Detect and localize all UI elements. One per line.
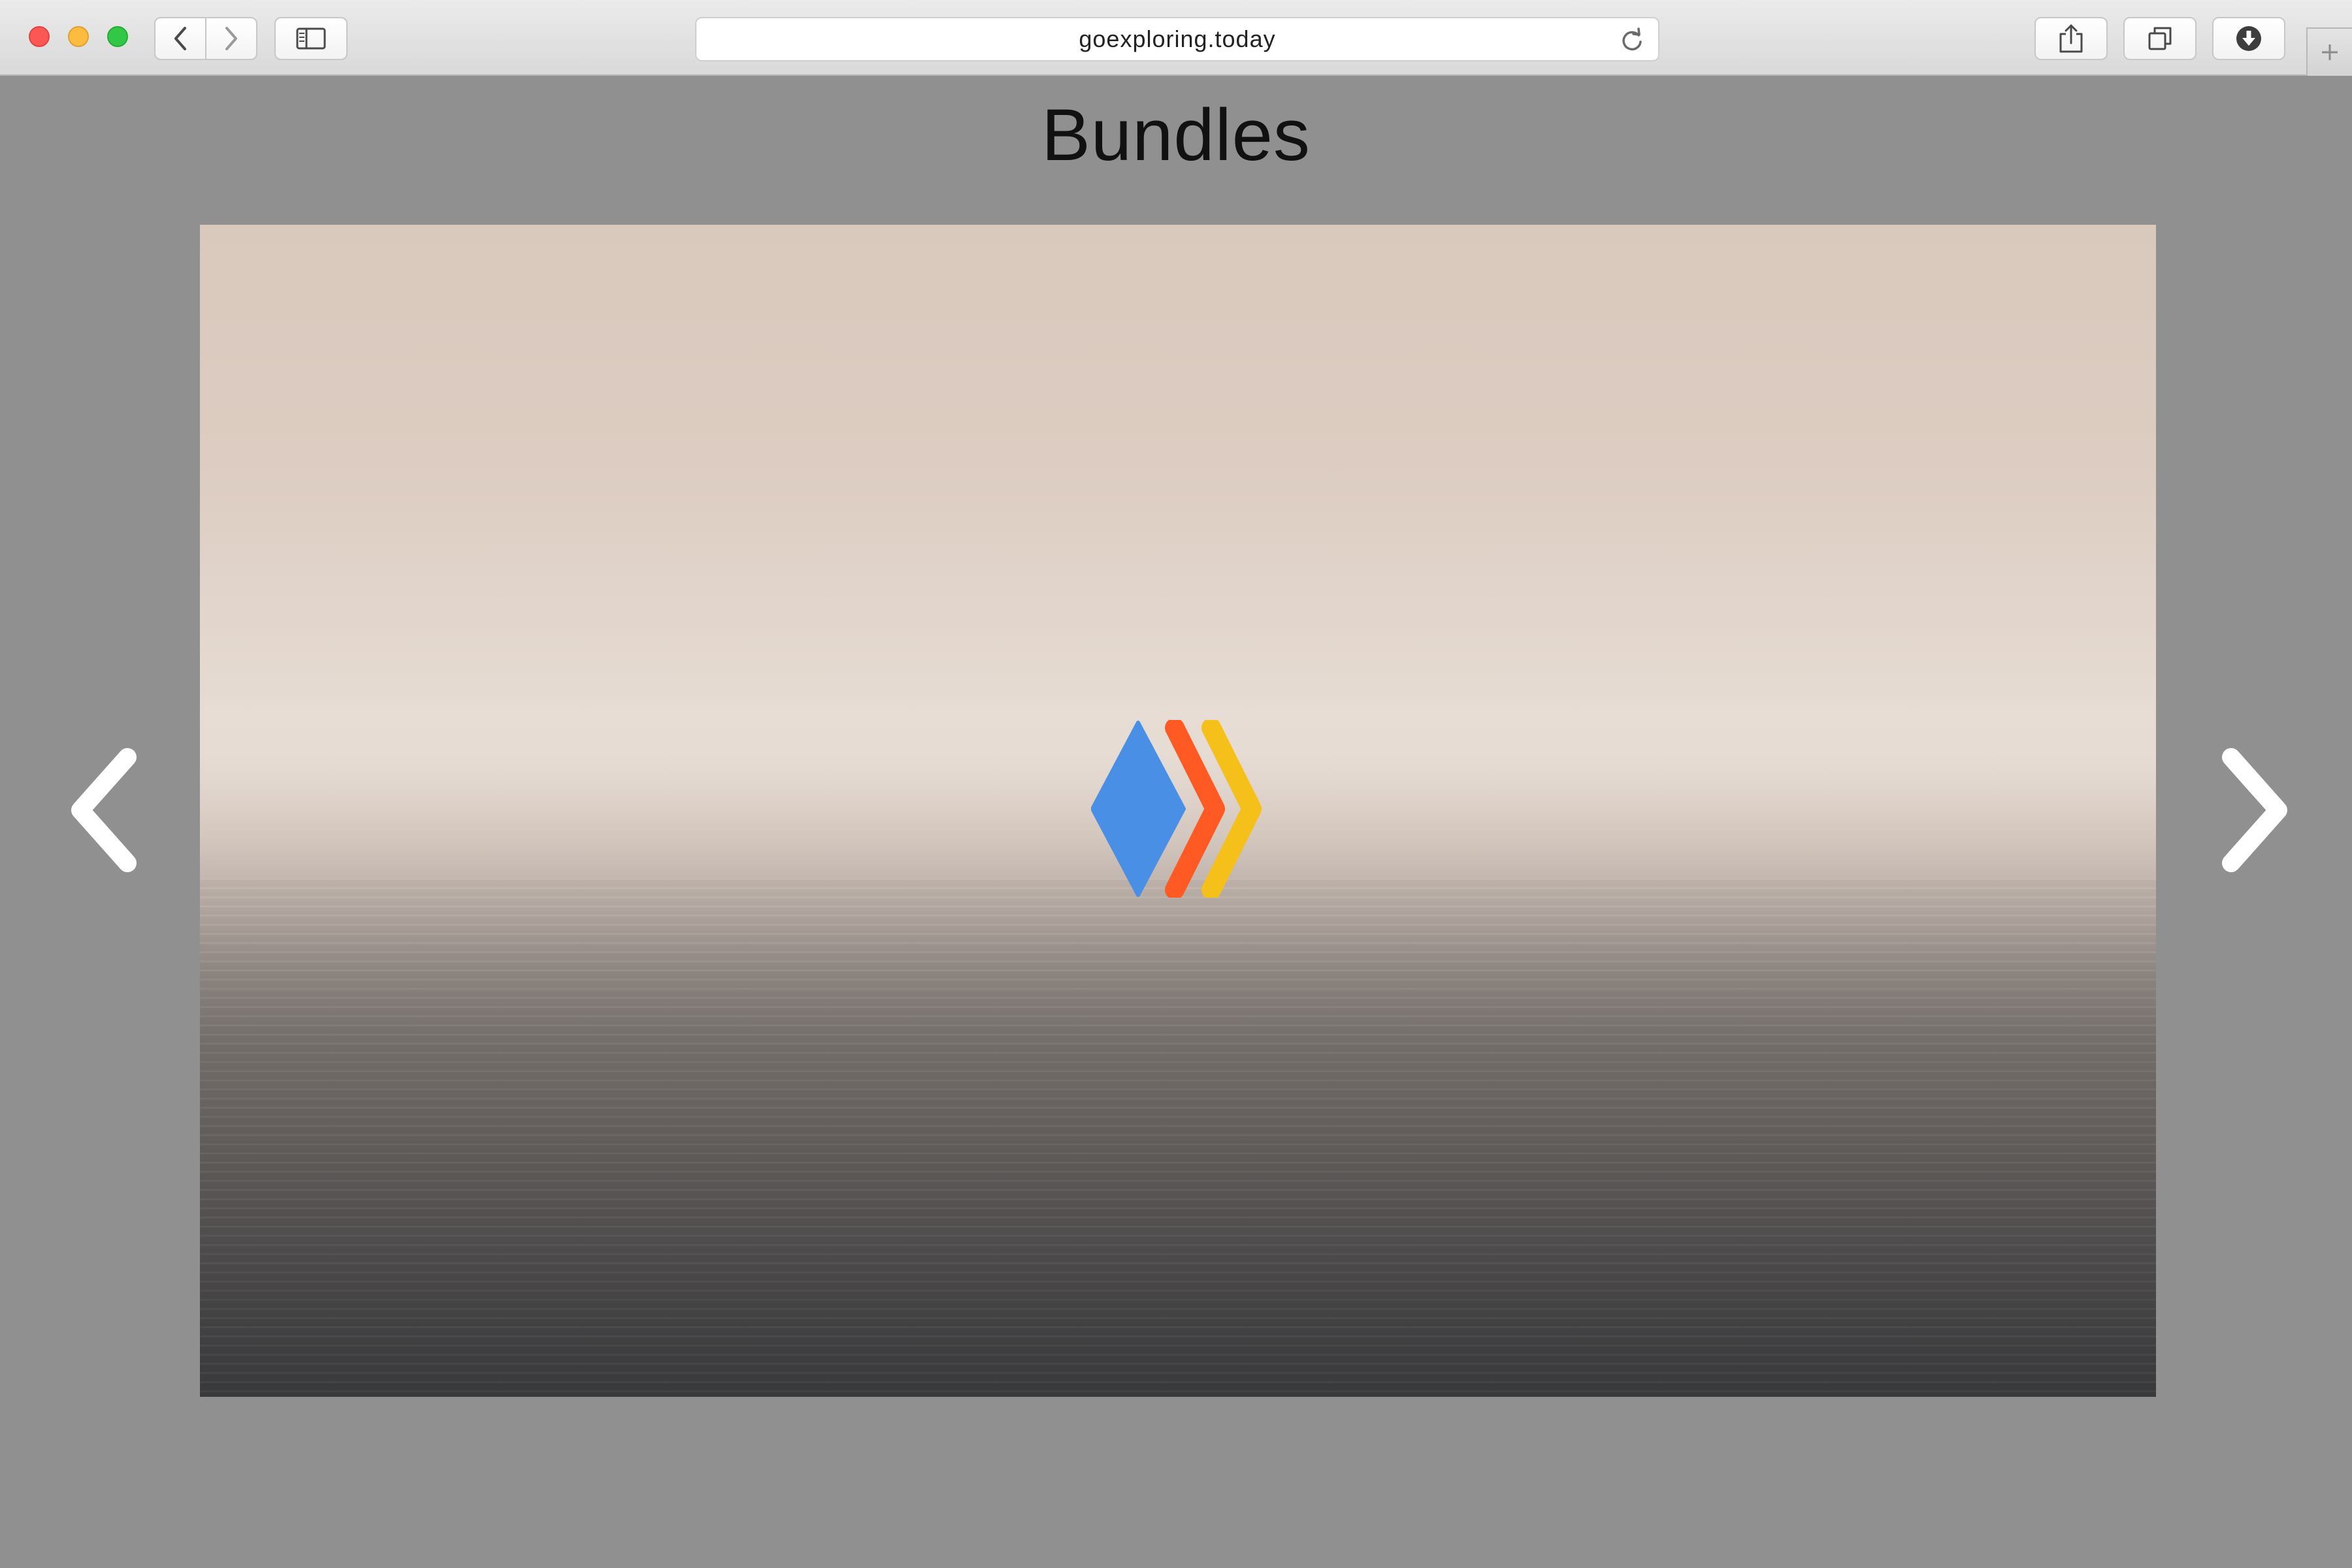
bundles-logo[interactable]	[1091, 720, 1269, 898]
show-all-tabs-button[interactable]	[2123, 17, 2197, 60]
maximize-window-button[interactable]	[107, 26, 128, 47]
download-icon	[2236, 26, 2261, 51]
forward-button[interactable]	[205, 17, 257, 60]
next-slide-button[interactable]	[2212, 745, 2297, 875]
url-text: goexploring.today	[1079, 25, 1276, 52]
new-tab-button[interactable]	[2306, 27, 2352, 76]
browser-window: goexploring.today Bundles	[0, 0, 2352, 1568]
back-button[interactable]	[154, 17, 206, 60]
sidebar-icon	[296, 27, 326, 50]
slide-image	[200, 225, 2156, 1397]
chevron-left-icon	[174, 27, 186, 50]
close-window-button[interactable]	[29, 26, 50, 47]
share-icon	[2059, 24, 2083, 53]
browser-toolbar: goexploring.today	[0, 0, 2352, 76]
logo-diamond	[1091, 721, 1186, 897]
plus-icon	[2322, 44, 2338, 60]
chevron-right-icon	[225, 27, 237, 50]
previous-slide-button[interactable]	[61, 745, 146, 875]
chevron-right-icon	[2222, 748, 2287, 872]
minimize-window-button[interactable]	[68, 26, 89, 47]
reload-icon[interactable]	[1619, 27, 1645, 54]
sidebar-toggle-button[interactable]	[274, 17, 348, 60]
chevron-left-icon	[71, 748, 137, 872]
share-button[interactable]	[2034, 17, 2108, 60]
water-texture	[200, 878, 2156, 1397]
page-title: Bundles	[1041, 94, 1311, 176]
address-bar[interactable]: goexploring.today	[695, 17, 1659, 61]
downloads-button[interactable]	[2212, 17, 2285, 60]
tabs-overview-icon	[2148, 27, 2172, 50]
